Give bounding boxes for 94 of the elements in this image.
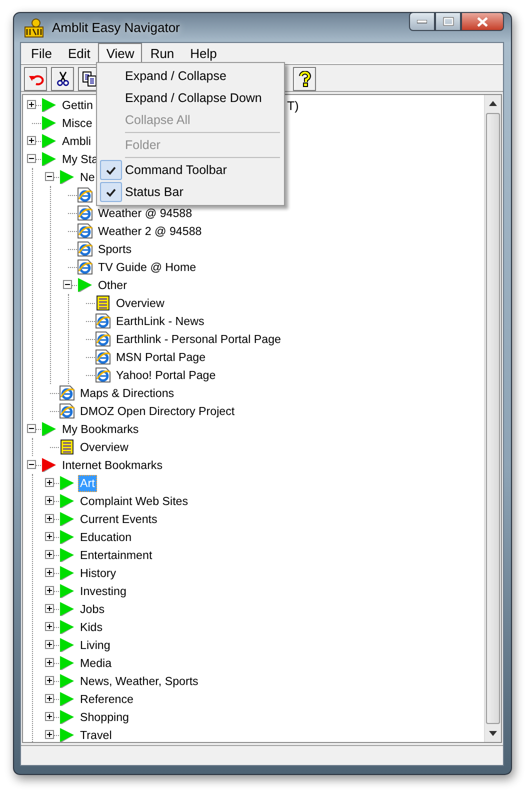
expand-icon[interactable] — [45, 496, 54, 505]
tree-item[interactable]: Ambli — [60, 132, 93, 150]
tree-item[interactable]: Misce — [60, 114, 94, 132]
tree-item[interactable]: Internet Bookmarks — [60, 456, 165, 474]
expand-icon[interactable] — [45, 730, 54, 739]
web-page-icon — [95, 313, 111, 329]
web-page-icon — [77, 205, 93, 221]
tree-item[interactable]: Reference — [78, 690, 136, 708]
tree-item[interactable]: Yahoo! Portal Page — [114, 366, 218, 384]
tree-item[interactable]: Travel — [78, 726, 114, 742]
document-icon — [59, 439, 75, 455]
expand-icon[interactable] — [45, 712, 54, 721]
web-page-icon — [59, 385, 75, 401]
menu-item[interactable]: Command Toolbar — [99, 159, 282, 181]
tree-item[interactable]: News, Weather, Sports — [78, 672, 200, 690]
web-page-icon — [95, 367, 111, 383]
tree-item[interactable]: Current Events — [78, 510, 160, 528]
tree-item[interactable]: Earthlink - Personal Portal Page — [114, 330, 283, 348]
scroll-up-icon[interactable] — [489, 101, 497, 106]
expand-icon[interactable] — [45, 694, 54, 703]
window-title: Amblit Easy Navigator — [52, 18, 180, 37]
copy-icon — [82, 71, 98, 87]
undo-button[interactable] — [24, 67, 47, 91]
scrollbar[interactable] — [484, 95, 501, 742]
help-button[interactable] — [293, 67, 316, 91]
expand-icon[interactable] — [45, 478, 54, 487]
tree-item[interactable]: Maps & Directions — [78, 384, 176, 402]
app-icon — [24, 18, 44, 38]
tree-item[interactable]: Weather @ 94588 — [96, 204, 194, 222]
expand-icon[interactable] — [45, 568, 54, 577]
maximize-icon — [442, 17, 454, 26]
scissors-button[interactable] — [51, 67, 74, 91]
tree-item[interactable]: Gettin — [60, 96, 95, 114]
maximize-button[interactable] — [435, 12, 461, 31]
menu-item[interactable]: View — [98, 42, 142, 64]
expand-icon[interactable] — [45, 550, 54, 559]
minimize-icon — [417, 20, 427, 24]
expand-icon[interactable] — [27, 136, 36, 145]
tree-item[interactable]: Entertainment — [78, 546, 154, 564]
collapse-icon[interactable] — [27, 154, 36, 163]
tree-item[interactable]: T) — [287, 99, 299, 114]
web-page-icon — [95, 349, 111, 365]
tree-item[interactable]: Investing — [78, 582, 128, 600]
tree-item[interactable]: Education — [78, 528, 134, 546]
tree-item[interactable]: Sports — [96, 240, 134, 258]
web-page-icon — [95, 331, 111, 347]
tree-item[interactable]: Weather 2 @ 94588 — [96, 222, 204, 240]
expand-icon[interactable] — [45, 640, 54, 649]
minimize-button[interactable] — [409, 12, 435, 31]
tree-item[interactable]: Overview — [78, 438, 130, 456]
scroll-down-icon[interactable] — [489, 731, 497, 736]
expand-icon[interactable] — [45, 676, 54, 685]
tree-item[interactable]: History — [78, 564, 118, 582]
tree-item[interactable]: DMOZ Open Directory Project — [78, 402, 237, 420]
expand-icon[interactable] — [27, 100, 36, 109]
menu-item[interactable]: Status Bar — [99, 181, 282, 203]
web-page-icon — [77, 223, 93, 239]
collapse-icon[interactable] — [27, 424, 36, 433]
tree-item[interactable]: Kids — [78, 618, 105, 636]
collapse-icon[interactable] — [63, 280, 72, 289]
tree-item[interactable]: Shopping — [78, 708, 131, 726]
tree-item[interactable]: Jobs — [78, 600, 106, 618]
menu-item[interactable]: Run — [142, 42, 182, 64]
web-page-icon — [77, 241, 93, 257]
menu-item[interactable]: File — [23, 42, 60, 64]
tree-item[interactable]: MSN Portal Page — [114, 348, 208, 366]
web-page-icon — [59, 403, 75, 419]
expand-icon[interactable] — [45, 586, 54, 595]
expand-icon[interactable] — [45, 604, 54, 613]
scissors-icon — [54, 71, 70, 87]
expand-icon[interactable] — [45, 514, 54, 523]
close-button[interactable] — [461, 12, 504, 31]
tree-item[interactable]: Ne — [78, 168, 97, 186]
close-icon — [477, 16, 488, 26]
help-icon — [296, 71, 312, 87]
tree-item[interactable]: EarthLink - News — [114, 312, 206, 330]
tree-item[interactable]: My Bookmarks — [60, 420, 141, 438]
expand-icon[interactable] — [45, 658, 54, 667]
menu-item[interactable]: Edit — [60, 42, 98, 64]
collapse-icon[interactable] — [27, 460, 36, 469]
menu-item[interactable]: Help — [182, 42, 225, 64]
tree-item[interactable]: Living — [78, 636, 112, 654]
menu-item[interactable]: Expand / Collapse Down — [99, 87, 282, 109]
tree-item[interactable]: Overview — [114, 294, 166, 312]
web-page-icon — [77, 259, 93, 275]
expand-icon[interactable] — [45, 532, 54, 541]
tree-item[interactable]: Media — [78, 654, 114, 672]
menu-item[interactable]: Expand / Collapse — [99, 65, 282, 87]
tree-item[interactable]: Other — [96, 276, 129, 294]
expand-icon[interactable] — [45, 622, 54, 631]
collapse-icon[interactable] — [45, 172, 54, 181]
tree-item[interactable]: TV Guide @ Home — [96, 258, 198, 276]
tree-item[interactable]: Complaint Web Sites — [78, 492, 190, 510]
document-icon — [95, 295, 111, 311]
